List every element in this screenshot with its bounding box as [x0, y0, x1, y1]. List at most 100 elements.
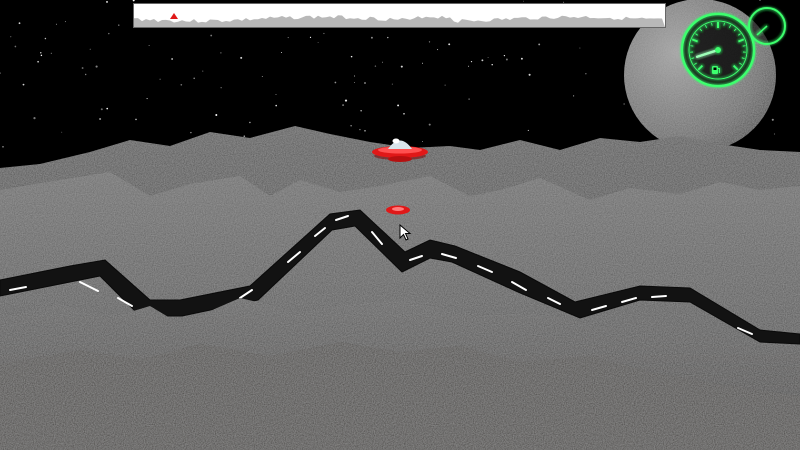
star [275, 104, 277, 107]
star [33, 117, 36, 120]
minimap-terrain-profile [134, 13, 665, 27]
star [334, 81, 337, 84]
star [354, 75, 356, 77]
star [354, 81, 355, 83]
star [309, 36, 312, 39]
star [202, 70, 204, 72]
star [374, 65, 377, 67]
secondary-gauge [748, 7, 786, 45]
star [220, 52, 222, 54]
star [85, 73, 87, 76]
star [220, 87, 222, 89]
star [391, 83, 393, 85]
star [89, 48, 91, 50]
star [317, 42, 319, 43]
star [146, 98, 148, 100]
star [10, 36, 12, 38]
star [190, 131, 192, 134]
star [50, 52, 52, 54]
star [579, 47, 581, 49]
star [585, 73, 587, 75]
star [771, 118, 774, 121]
star [64, 21, 66, 23]
star [387, 36, 389, 39]
star [148, 45, 150, 47]
star [108, 32, 110, 35]
star [280, 52, 282, 53]
star [397, 104, 400, 107]
star [275, 94, 277, 96]
star [193, 77, 195, 80]
star [243, 135, 246, 138]
star [503, 54, 506, 57]
star [527, 129, 529, 131]
star [422, 141, 423, 142]
star [106, 107, 109, 110]
speedometer-gauge [680, 12, 756, 88]
star [342, 104, 345, 107]
star [360, 110, 362, 112]
star [40, 52, 42, 54]
star [135, 118, 137, 121]
speedometer-tick [710, 22, 713, 26]
star [106, 0, 108, 3]
star [350, 125, 352, 127]
star [364, 129, 366, 132]
star [18, 22, 21, 25]
star [422, 62, 423, 64]
star [381, 61, 383, 63]
star [22, 83, 25, 86]
star [55, 23, 57, 25]
star [468, 65, 470, 67]
star [40, 54, 43, 57]
star [468, 98, 470, 100]
star [61, 131, 63, 133]
star [44, 37, 47, 40]
ufo-ground-marker [386, 205, 410, 215]
star [505, 58, 508, 61]
star [573, 95, 575, 97]
star [437, 49, 439, 51]
star [370, 36, 373, 39]
star [444, 84, 446, 86]
star [2, 145, 4, 148]
star [359, 128, 361, 131]
star [520, 57, 523, 60]
star [428, 41, 431, 43]
star [14, 45, 17, 48]
star [249, 121, 251, 124]
star [528, 73, 531, 76]
star [323, 32, 325, 35]
star [118, 24, 120, 26]
star [538, 43, 541, 46]
mouse-cursor-icon [399, 224, 412, 241]
star [344, 99, 348, 102]
star [95, 65, 98, 68]
star [448, 43, 451, 46]
star [523, 0, 524, 2]
star [171, 58, 173, 60]
star [261, 76, 263, 78]
star [99, 117, 102, 121]
star [470, 61, 473, 63]
terrain-minimap [133, 3, 666, 28]
star [81, 67, 84, 69]
star [491, 63, 493, 66]
minimap-terrain [134, 15, 665, 27]
star [428, 123, 431, 126]
star [403, 112, 405, 115]
star [400, 65, 403, 68]
star [487, 57, 489, 59]
star [350, 55, 353, 58]
star [100, 108, 103, 111]
star [287, 37, 289, 39]
speedometer-hud [680, 4, 800, 96]
star [159, 78, 161, 80]
star [215, 114, 218, 116]
star [240, 56, 243, 59]
star [481, 59, 484, 62]
star [773, 133, 776, 135]
star [623, 103, 625, 105]
star [180, 83, 183, 86]
speedometer-tick [723, 22, 726, 26]
